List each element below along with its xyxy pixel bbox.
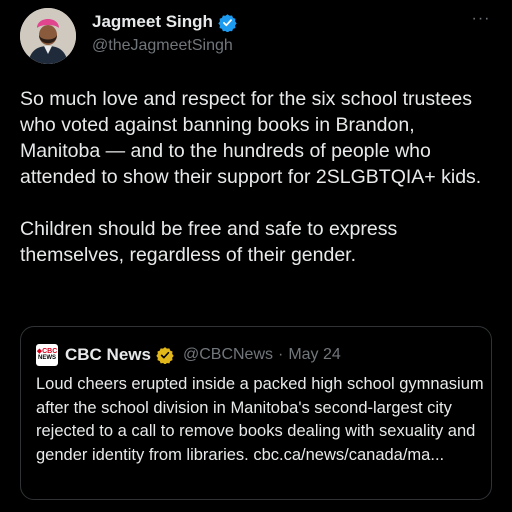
profile-photo [20, 8, 76, 64]
separator-dot: · [278, 346, 284, 363]
quoted-tweet-text: Loud cheers erupted inside a packed high… [36, 375, 484, 464]
author-handle[interactable]: @theJagmeetSingh [92, 37, 233, 55]
avatar[interactable] [20, 8, 76, 64]
quoted-tweet-date: May 24 [288, 346, 341, 363]
cbc-logo: ◆CBC NEWS [36, 344, 58, 366]
quoted-author-handle: @CBCNews [182, 346, 273, 363]
verified-business-badge-icon [156, 346, 174, 364]
verified-badge-icon [218, 13, 237, 32]
author-display-name[interactable]: Jagmeet Singh [92, 12, 213, 32]
quoted-author-name: CBC News [65, 345, 151, 364]
quoted-tweet-card[interactable]: ◆CBC NEWS CBC News @CBCNews · May 24 Lou… [20, 326, 492, 500]
more-options-icon[interactable]: ··· [470, 8, 492, 30]
tweet-text: So much love and respect for the six sch… [20, 88, 482, 266]
